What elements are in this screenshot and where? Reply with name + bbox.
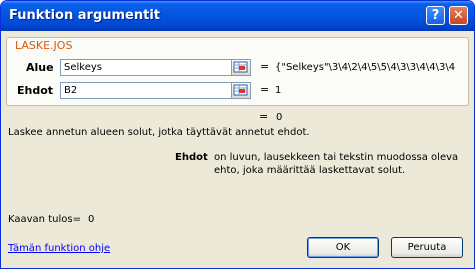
arg-label-alue: Alue [26,61,54,74]
range-select-icon [233,84,248,96]
alue-result: {"Selkeys"\3\4\2\4\5\5\4\3\3\4\4\3\4 [275,62,456,73]
function-name: LASKE.JOS [15,39,73,52]
close-button[interactable]: ✕ [449,6,468,25]
close-icon: ✕ [453,8,464,23]
cancel-button[interactable]: Peruuta [391,237,463,258]
alue-equals: = [260,60,270,73]
alue-collapse-button[interactable] [231,59,251,76]
total-equals: = [259,110,269,123]
question-icon: ? [431,8,440,23]
alue-input[interactable]: Selkeys [60,59,233,76]
total-result: 0 [276,112,283,123]
ehdot-result: 1 [275,85,282,96]
formula-result-label: Kaavan tulos= [8,214,81,225]
range-select-icon [233,61,248,73]
ehdot-equals: = [260,83,270,96]
function-group: LASKE.JOS Alue Selkeys = {"Selkeys"\3\4\… [6,37,469,106]
ok-button[interactable]: OK [307,237,379,258]
function-help-link[interactable]: Tämän funktion ohje [8,243,110,254]
function-arguments-dialog: Funktion argumentit ? ✕ LASKE.JOS Alue S… [0,0,475,269]
ehdot-input[interactable]: B2 [60,82,233,99]
formula-result-value: 0 [88,214,95,225]
param-name: Ehdot [175,152,208,163]
function-description: Laskee annetun alueen solut, jotka täytt… [8,127,310,138]
dialog-title: Funktion argumentit [9,8,161,23]
title-bar[interactable]: Funktion argumentit ? ✕ [1,1,474,31]
param-description-line2: ehto, joka määrittää laskettavat solut. [214,165,406,176]
ehdot-collapse-button[interactable] [231,82,251,99]
help-button[interactable]: ? [426,6,445,25]
param-description-line1: on luvun, lausekkeen tai tekstin muodoss… [214,152,459,163]
arg-label-ehdot: Ehdot [17,84,54,97]
